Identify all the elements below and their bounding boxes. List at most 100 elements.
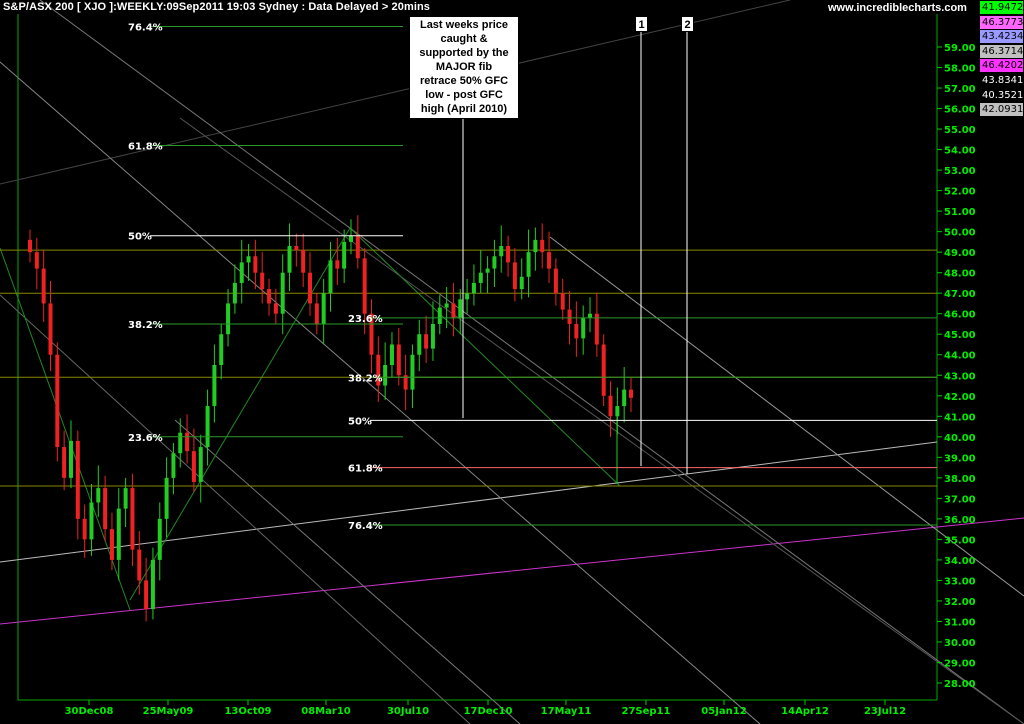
candle-body xyxy=(430,323,435,349)
candle-body xyxy=(506,246,511,263)
candle-body xyxy=(567,309,572,324)
annotation-line: low - post GFC xyxy=(425,89,503,101)
candle-body xyxy=(492,256,497,269)
candle-body xyxy=(547,252,552,269)
y-tick-label: 41.00 xyxy=(944,412,976,423)
annotation-line: Last weeks price xyxy=(419,19,509,31)
candle-body xyxy=(594,313,599,345)
site-name[interactable]: www.incrediblecharts.com xyxy=(828,2,967,14)
price-box: 46.4202 xyxy=(980,59,1024,73)
y-tick-label: 48.00 xyxy=(944,269,976,280)
candle-body xyxy=(622,389,627,407)
x-tick-label: 17Dec10 xyxy=(464,706,513,717)
y-tick-label: 44.00 xyxy=(944,351,976,362)
candle-body xyxy=(417,334,422,355)
fib-label: 38.2% xyxy=(128,320,163,331)
marker-2: 2 xyxy=(681,16,694,32)
y-tick-label: 45.00 xyxy=(944,330,976,341)
fib-label: 61.8% xyxy=(128,141,163,152)
candle-body xyxy=(55,354,60,448)
fib-label: 76.4% xyxy=(348,521,383,532)
candle-body xyxy=(629,389,633,398)
x-tick-label: 05Jan12 xyxy=(701,706,746,717)
fib-label: 61.8% xyxy=(348,464,383,475)
y-tick-label: 40.00 xyxy=(944,433,976,444)
price-box: 43.4234 xyxy=(980,30,1024,44)
price-box: 41.9472 xyxy=(980,1,1024,14)
candle-body xyxy=(424,334,429,349)
candle-body xyxy=(560,293,565,310)
candle-body xyxy=(232,282,237,304)
candle-body xyxy=(219,334,224,365)
candle-body xyxy=(157,518,162,560)
candle-body xyxy=(485,268,490,273)
candle-body xyxy=(328,260,333,294)
x-tick-label: 08Mar10 xyxy=(301,706,351,717)
candle-body xyxy=(34,252,39,269)
y-tick-label: 33.00 xyxy=(944,576,976,587)
y-tick-label: 54.00 xyxy=(944,146,976,157)
candle-body xyxy=(540,239,545,253)
y-tick-label: 35.00 xyxy=(944,535,976,546)
annotation-line: supported by the xyxy=(419,47,509,59)
y-tick-label: 32.00 xyxy=(944,597,976,608)
candle-body xyxy=(260,272,265,290)
candle-body xyxy=(499,246,504,257)
candle-body xyxy=(342,241,347,269)
marker-1: 1 xyxy=(635,16,648,32)
candle-body xyxy=(150,559,155,610)
y-tick-label: 58.00 xyxy=(944,64,976,75)
candle-body xyxy=(437,307,442,324)
candle-body xyxy=(533,239,538,253)
fib-label: 50% xyxy=(348,416,372,427)
chart-title: S&P/ASX 200 [ XJO ]:WEEKLY:09Sep2011 19:… xyxy=(3,1,431,13)
candle-body xyxy=(198,447,203,482)
annotation-box: Last weeks price caught & supported by t… xyxy=(409,16,519,119)
candle-body xyxy=(444,303,449,308)
candle-body xyxy=(253,256,258,273)
candle-body xyxy=(396,344,401,376)
candle-body xyxy=(383,365,388,386)
candle-body xyxy=(109,529,114,560)
candle-body xyxy=(246,256,251,263)
candle-body xyxy=(178,432,183,454)
x-tick-label: 14Apr12 xyxy=(781,706,829,717)
y-tick-label: 49.00 xyxy=(944,248,976,259)
candle-body xyxy=(581,317,586,339)
candle-body xyxy=(308,272,313,304)
candle-body xyxy=(123,488,128,509)
candle-body xyxy=(526,252,531,277)
candle-body xyxy=(273,303,278,314)
candle-body xyxy=(239,262,244,283)
fib-label: 23.6% xyxy=(348,314,383,325)
candle-body xyxy=(144,580,149,610)
x-tick-label: 13Oct09 xyxy=(224,706,271,717)
x-tick-label: 30Jul10 xyxy=(387,706,429,717)
candle-body xyxy=(362,258,367,314)
y-tick-label: 31.00 xyxy=(944,617,976,628)
candle-body xyxy=(574,323,579,339)
y-tick-label: 53.00 xyxy=(944,166,976,177)
candle-body xyxy=(478,272,483,283)
y-tick-label: 29.00 xyxy=(944,658,976,669)
y-tick-label: 37.00 xyxy=(944,494,976,505)
fib-label: 50% xyxy=(128,232,152,243)
y-tick-label: 52.00 xyxy=(944,187,976,198)
y-tick-label: 34.00 xyxy=(944,556,976,567)
fib-label: 23.6% xyxy=(128,433,163,444)
candle-body xyxy=(553,268,558,294)
candle-body xyxy=(41,268,46,304)
candle-body xyxy=(137,549,142,581)
annotation-line: caught & xyxy=(440,33,488,45)
price-box: 42.0931 xyxy=(980,103,1024,117)
candle-body xyxy=(451,303,456,318)
price-box: 46.3773 xyxy=(980,15,1024,29)
candle-body xyxy=(608,395,613,417)
fib-label: 38.2% xyxy=(348,373,383,384)
candle-body xyxy=(321,293,326,324)
candle-body xyxy=(348,235,353,242)
candle-body xyxy=(164,477,169,519)
candle-body xyxy=(171,453,176,478)
candle-body xyxy=(68,440,73,478)
annotation-line: high (April 2010) xyxy=(420,103,508,115)
